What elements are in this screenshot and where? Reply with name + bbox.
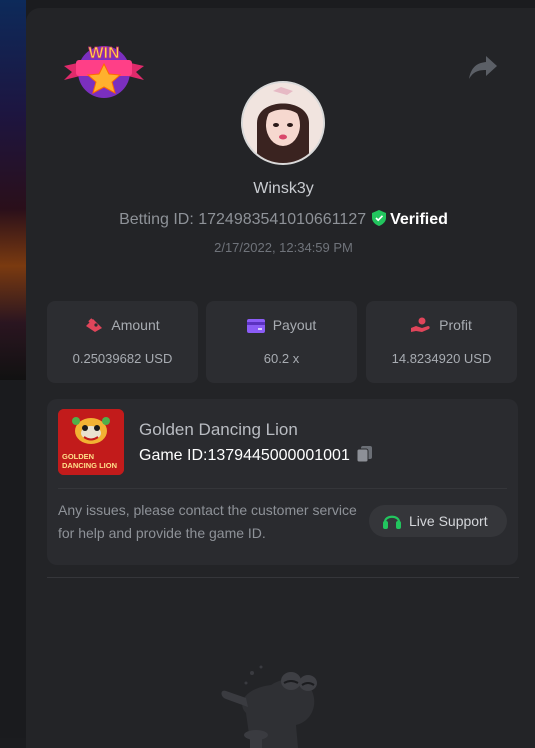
background-game-strip	[0, 0, 26, 380]
thumb-title-2: DANCING LION	[62, 461, 117, 470]
avatar-photo-icon	[243, 83, 323, 163]
betting-id-row: Betting ID: 1724983541010661127 Verified	[26, 210, 535, 229]
stat-amount-value: 0.25039682 USD	[72, 351, 173, 366]
verified-shield-icon	[372, 210, 387, 226]
stat-profit-label: Profit	[439, 317, 472, 333]
thumb-title-1: GOLDEN	[62, 452, 94, 461]
bet-datetime: 2/17/2022, 12:34:59 PM	[214, 240, 353, 255]
game-card: GOLDEN DANCING LION Golden Dancing Lion …	[47, 399, 518, 565]
live-support-label: Live Support	[409, 513, 488, 529]
copy-icon[interactable]	[356, 445, 374, 463]
username: Winsk3y	[253, 180, 314, 197]
lion-dance-thumbnail-icon: GOLDEN DANCING LION	[58, 409, 124, 475]
amount-icon	[86, 318, 103, 332]
stat-amount: Amount 0.25039682 USD	[47, 301, 198, 383]
logo-text: WIN	[88, 45, 119, 62]
divider	[47, 577, 519, 578]
payout-card-icon	[246, 319, 265, 333]
game-id-row: Game ID:1379445000001001	[139, 445, 374, 465]
headset-icon	[383, 515, 401, 529]
game-id-value: 1379445000001001	[207, 447, 350, 464]
stat-payout-label: Payout	[272, 317, 317, 333]
game-id-label: Game ID:	[139, 447, 208, 464]
stat-profit: Profit 14.8234920 USD	[366, 301, 517, 383]
profit-hand-icon	[411, 317, 430, 332]
avatar	[241, 81, 325, 165]
stat-payout: Payout 60.2 x	[206, 301, 357, 383]
share-icon[interactable]	[468, 54, 498, 80]
game-thumbnail[interactable]: GOLDEN DANCING LION	[58, 409, 124, 475]
support-help-text: Any issues, please contact the customer …	[58, 502, 357, 541]
verified-label: Verified	[390, 211, 448, 228]
background-overlay	[0, 380, 26, 738]
divider	[58, 488, 507, 489]
live-support-button[interactable]: Live Support	[369, 505, 507, 537]
game-name: Golden Dancing Lion	[139, 420, 298, 439]
stat-profit-value: 14.8234920 USD	[391, 351, 492, 366]
crocodile-mascot-icon	[221, 665, 317, 748]
stat-payout-value: 60.2 x	[263, 351, 300, 366]
stat-amount-label: Amount	[111, 317, 160, 333]
bet-detail-panel: WIN Winsk3y Betting ID: 1724983541010661…	[26, 8, 535, 748]
betting-id: Betting ID: 1724983541010661127	[119, 211, 367, 228]
win-logo: WIN	[64, 45, 144, 98]
